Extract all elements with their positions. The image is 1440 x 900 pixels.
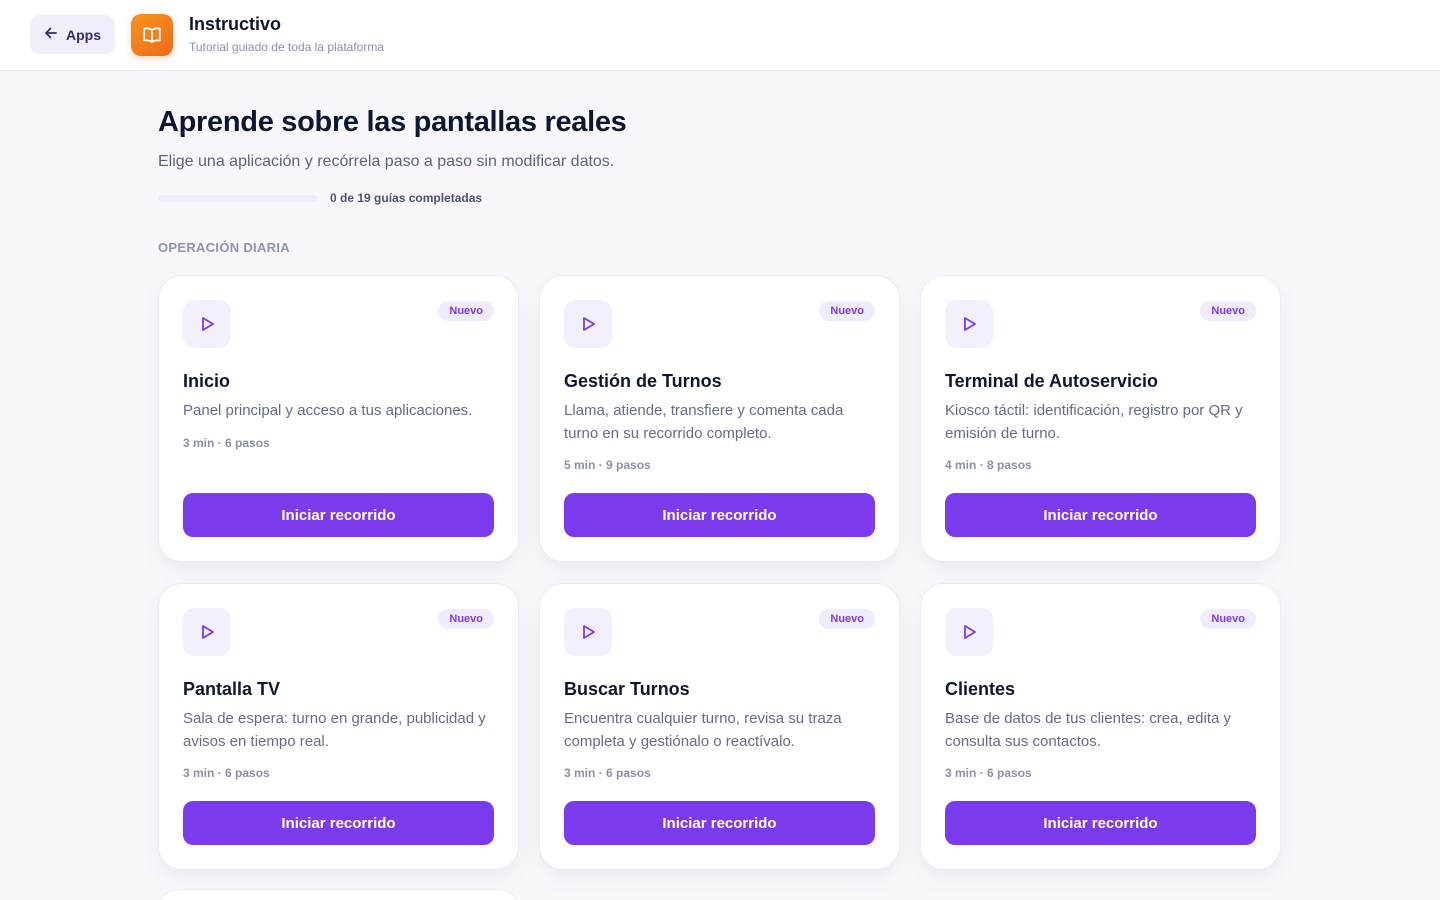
card-meta: 3 min · 6 pasos — [183, 766, 270, 780]
open-book-icon — [131, 14, 173, 56]
card-description: Kiosco táctil: identificación, registro … — [945, 402, 1243, 442]
card-title: Pantalla TV — [183, 679, 281, 699]
new-badge: Nuevo — [1200, 609, 1256, 629]
card-description: Llama, atiende, transfiere y comenta cad… — [564, 402, 844, 442]
back-button-label: Apps — [66, 26, 101, 43]
card-title: Clientes — [945, 679, 1016, 699]
new-badge: Nuevo — [819, 609, 875, 629]
guide-card: Nuevo Inicio Panel principal y acceso a … — [158, 275, 519, 562]
guide-card-grid: Nuevo Inicio Panel principal y acceso a … — [158, 275, 1282, 870]
card-description: Sala de espera: turno en grande, publici… — [183, 710, 486, 750]
start-tour-button[interactable]: Iniciar recorrido — [564, 493, 875, 537]
new-badge: Nuevo — [438, 301, 494, 321]
top-bar: Apps Instructivo Tutorial guiado de toda… — [0, 0, 1440, 71]
progress-bar — [158, 195, 318, 202]
new-badge: Nuevo — [438, 609, 494, 629]
new-badge: Nuevo — [1200, 301, 1256, 321]
start-tour-button[interactable]: Iniciar recorrido — [183, 801, 494, 845]
card-title: Inicio — [183, 371, 231, 391]
page-description: Elige una aplicación y recórrela paso a … — [158, 153, 615, 170]
guide-card: Nuevo Buscar Turnos Encuentra cualquier … — [539, 583, 900, 870]
play-icon — [945, 608, 993, 656]
app-title: Instructivo — [189, 14, 282, 34]
card-meta: 4 min · 8 pasos — [945, 458, 1032, 472]
play-icon — [564, 300, 612, 348]
section-label: OPERACIÓN DIARIA — [158, 240, 290, 255]
back-to-apps-button[interactable]: Apps — [30, 15, 115, 54]
guide-card-partial — [158, 889, 519, 900]
play-icon — [564, 608, 612, 656]
card-title: Buscar Turnos — [564, 679, 690, 699]
page-title: Aprende sobre las pantallas reales — [158, 106, 627, 138]
start-tour-button[interactable]: Iniciar recorrido — [183, 493, 494, 537]
guide-card: Nuevo Clientes Base de datos de tus clie… — [920, 583, 1281, 870]
progress-label: 0 de 19 guías completadas — [330, 191, 483, 205]
guide-card: Nuevo Terminal de Autoservicio Kiosco tá… — [920, 275, 1281, 562]
card-meta: 3 min · 6 pasos — [564, 766, 651, 780]
app-subtitle: Tutorial guiado de toda la plataforma — [189, 40, 385, 54]
card-meta: 3 min · 6 pasos — [183, 436, 270, 450]
card-title: Gestión de Turnos — [564, 371, 722, 391]
card-description: Panel principal y acceso a tus aplicacio… — [183, 402, 473, 419]
card-meta: 5 min · 9 pasos — [564, 458, 651, 472]
play-icon — [183, 608, 231, 656]
guide-card: Nuevo Gestión de Turnos Llama, atiende, … — [539, 275, 900, 562]
start-tour-button[interactable]: Iniciar recorrido — [564, 801, 875, 845]
start-tour-button[interactable]: Iniciar recorrido — [945, 801, 1256, 845]
card-description: Base de datos de tus clientes: crea, edi… — [945, 710, 1232, 750]
play-icon — [183, 300, 231, 348]
card-meta: 3 min · 6 pasos — [945, 766, 1032, 780]
start-tour-button[interactable]: Iniciar recorrido — [945, 493, 1256, 537]
arrow-left-icon — [44, 26, 58, 43]
play-icon — [945, 300, 993, 348]
new-badge: Nuevo — [819, 301, 875, 321]
card-description: Encuentra cualquier turno, revisa su tra… — [564, 710, 842, 750]
guide-card: Nuevo Pantalla TV Sala de espera: turno … — [158, 583, 519, 870]
card-title: Terminal de Autoservicio — [945, 371, 1159, 391]
